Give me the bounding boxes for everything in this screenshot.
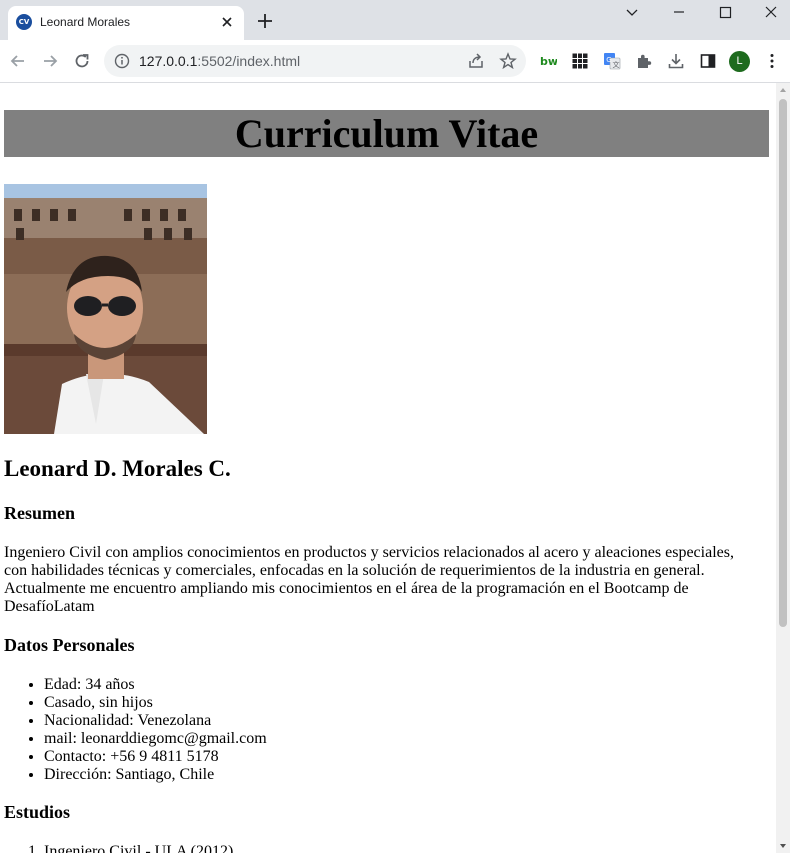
grid-extension-icon[interactable] [571,52,589,70]
profile-avatar[interactable]: L [729,51,750,72]
tab-strip: CV Leonard Morales [0,0,790,40]
summary-text: Ingeniero Civil con amplios conocimiento… [4,544,764,616]
page-title: Curriculum Vitae [234,111,539,156]
personal-data-list: Edad: 34 años Casado, sin hijos Nacional… [4,676,267,784]
translate-icon[interactable]: G 文 [603,52,621,70]
close-icon[interactable] [218,13,236,31]
studies-heading: Estudios [4,802,71,822]
list-item: Contacto: +56 9 4811 5178 [44,748,267,766]
summary-line: Actualmente me encuentro ampliando mis c… [4,580,689,597]
favicon-icon: CV [16,14,32,30]
browser-tab[interactable]: CV Leonard Morales [8,6,244,40]
scrollbar[interactable] [776,83,790,853]
studies-list: Ingeniero Civil - ULA (2012) [4,843,233,853]
chevron-down-icon[interactable] [620,4,644,22]
tab-title: Leonard Morales [40,15,131,29]
list-item: mail: leonarddiegomc@gmail.com [44,730,267,748]
browser-toolbar: 127.0.0.1:5502/index.html bw G 文 L [0,40,790,83]
scroll-down-icon[interactable] [779,842,787,850]
svg-text:G: G [606,56,611,64]
list-item: Dirección: Santiago, Chile [44,766,267,784]
new-tab-icon[interactable] [256,12,274,30]
svg-text:bw: bw [540,55,557,68]
info-icon[interactable] [114,53,130,69]
list-item: Casado, sin hijos [44,694,267,712]
forward-icon[interactable] [40,51,60,71]
summary-heading: Resumen [4,503,75,523]
reload-icon[interactable] [72,51,92,71]
summary-line: con habilidades técnicas y comerciales, … [4,562,705,579]
title-banner: Curriculum Vitae [4,110,769,157]
window-close-icon[interactable] [759,4,783,22]
extensions-puzzle-icon[interactable] [635,52,653,70]
list-item: Nacionalidad: Venezolana [44,712,267,730]
address-bar[interactable]: 127.0.0.1:5502/index.html [104,45,526,77]
profile-photo [4,184,207,434]
page-viewport: Curriculum Vitae Leonard D. Morales C. R… [0,83,776,853]
menu-dots-icon[interactable] [763,52,781,70]
maximize-icon[interactable] [713,4,737,22]
list-item: Edad: 34 años [44,676,267,694]
summary-line: DesafíoLatam [4,598,95,615]
back-icon[interactable] [8,51,28,71]
bw-extension-icon[interactable]: bw [539,52,557,70]
scroll-thumb[interactable] [779,99,787,627]
minimize-icon[interactable] [667,4,691,22]
url-text: 127.0.0.1:5502/index.html [139,53,301,69]
download-icon[interactable] [667,52,685,70]
scroll-up-icon[interactable] [779,86,787,94]
list-item: Ingeniero Civil - ULA (2012) [44,843,233,853]
summary-line: Ingeniero Civil con amplios conocimiento… [4,544,734,561]
personal-data-heading: Datos Personales [4,635,135,655]
side-panel-icon[interactable] [699,52,717,70]
person-name: Leonard D. Morales C. [4,456,231,481]
share-icon[interactable] [467,52,485,70]
svg-text:文: 文 [613,60,620,69]
bookmark-star-icon[interactable] [499,52,517,70]
